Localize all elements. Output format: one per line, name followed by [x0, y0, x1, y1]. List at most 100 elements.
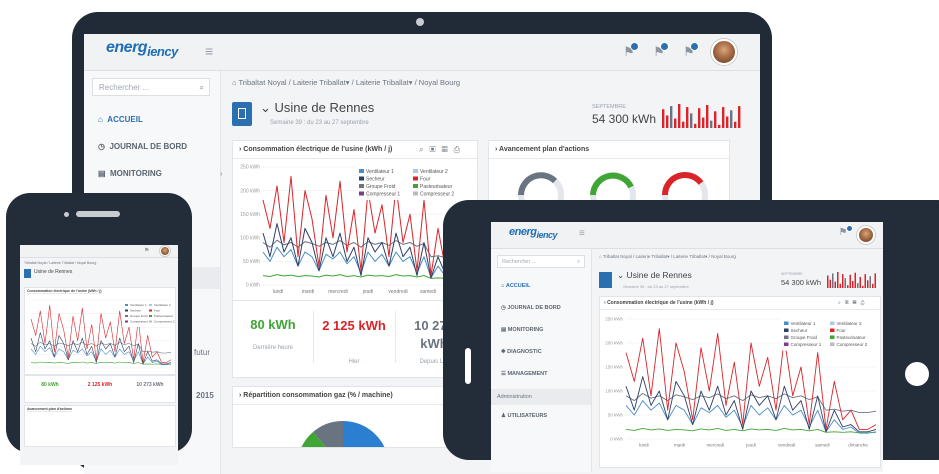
y-tick-label: 150 kWh	[605, 365, 623, 370]
admin-section-label: Administration	[491, 389, 591, 405]
gauge-green	[590, 172, 634, 196]
page-title[interactable]: Usine de Rennes	[34, 269, 72, 275]
action-plan-card: › Avancement plan d'actions	[488, 140, 730, 202]
month-total: 54 300 kWh	[781, 278, 822, 287]
legend-swatch	[784, 321, 789, 325]
y-tick-label: 200 kWh	[240, 188, 260, 194]
sidebar-item-monitoring[interactable]: ▤ MONITORING	[501, 327, 543, 333]
legend-swatch	[413, 176, 418, 181]
menu-toggle-icon[interactable]: ≡	[579, 228, 585, 239]
series-line	[262, 223, 474, 279]
x-tick-label: vendredi	[388, 289, 407, 295]
alert-icon[interactable]: ⚑	[619, 42, 639, 62]
legend-label: Four	[837, 328, 847, 333]
breadcrumb-item[interactable]: Tribaltat Noyal	[24, 261, 46, 265]
legend-swatch	[413, 184, 418, 188]
legend-swatch	[125, 320, 128, 323]
sparkline-bar	[834, 281, 836, 288]
sidebar-item-users[interactable]: ♟ UTILISATEURS	[501, 413, 547, 419]
chevron-right-icon: ›	[219, 169, 223, 178]
breadcrumb-item[interactable]: Tribaltat Noyal	[603, 254, 632, 259]
breadcrumb-item[interactable]: Noyal Bourg	[419, 78, 460, 87]
search-input[interactable]: Rechercher ... ⌕	[92, 78, 210, 96]
home-icon: ⌂	[98, 115, 103, 124]
table-icon[interactable]: ▦	[442, 145, 454, 154]
avatar[interactable]	[160, 246, 170, 256]
tablet-screen: energiency ≡ ⚑ Rechercher ... ⌕ ⌂ ACCUEIL…	[491, 222, 883, 472]
menu-toggle-icon[interactable]: ≡	[205, 43, 213, 59]
avatar[interactable]	[711, 39, 737, 65]
notification-icon[interactable]: ⚑	[679, 42, 699, 62]
save-icon[interactable]: ▣	[845, 300, 853, 306]
chevron-right-icon: ›	[239, 146, 242, 153]
month-label: SEPTEMBRE	[781, 272, 803, 276]
page-subtitle: Semaine 39 : du 23 au 27 septembre	[270, 120, 369, 126]
search-icon[interactable]: ⌕	[200, 79, 204, 97]
avatar[interactable]	[857, 226, 875, 244]
legend-swatch	[359, 169, 364, 173]
sidebar-item-monitoring[interactable]: ▤ MONITORING ›	[98, 169, 223, 178]
page-title[interactable]: ⌄ Usine de Rennes	[260, 100, 374, 116]
tablet-home-button	[905, 362, 929, 386]
sidebar-item-accueil[interactable]: ⌂ ACCUEIL	[501, 283, 530, 289]
breadcrumb-item[interactable]: Laiterie Triballat	[356, 78, 409, 87]
legend-swatch	[149, 309, 152, 312]
zoom-icon[interactable]: ⌕	[419, 145, 429, 154]
breadcrumb-item[interactable]: Laiterie Triballat	[293, 78, 346, 87]
chevron-right-icon: ›	[495, 146, 498, 153]
legend-swatch	[149, 315, 152, 317]
gas-pie-chart	[301, 420, 385, 447]
legend-label: Ventilateur 1	[791, 321, 817, 326]
search-icon[interactable]: ⌕	[577, 256, 580, 269]
page-title[interactable]: ⌄ Usine de Rennes	[617, 270, 692, 281]
notification-icon[interactable]: ⚑	[144, 247, 149, 254]
legend-label: Pasteurisateur	[154, 314, 173, 318]
site-icon	[599, 272, 612, 288]
card-header: Avancement plan d'actions	[27, 407, 73, 412]
x-tick-label: lundi	[639, 443, 649, 448]
consumption-card: Consommation électrique de l'usine (kWh …	[24, 287, 176, 375]
user-icon: ♟	[501, 413, 506, 419]
sidebar-item-accueil[interactable]: ⌂ ACCUEIL	[98, 115, 143, 124]
breadcrumb-item[interactable]: Tribaltat Noyal	[238, 78, 286, 87]
notification-icon[interactable]: ⚑	[833, 225, 853, 245]
legend-label: Groupe Froid	[130, 314, 148, 318]
sidebar-item-journal[interactable]: ◷ JOURNAL DE BORD	[98, 142, 187, 151]
print-icon[interactable]: ⎙	[860, 300, 868, 306]
consumption-chart: 250 kWh 200 kWh 150 kWh 100 kWh 50 kWh 0 kWh l…	[605, 317, 877, 448]
sidebar-item-management[interactable]: ☰ MANAGEMENT	[501, 371, 548, 377]
legend-swatch	[784, 328, 789, 332]
logo[interactable]: energiency	[509, 226, 557, 240]
zoom-icon[interactable]: ⌕	[838, 300, 845, 306]
legend-swatch	[413, 169, 418, 173]
print-icon[interactable]: ⎙	[454, 145, 466, 154]
divider	[313, 311, 314, 363]
breadcrumb-item[interactable]: Noyal Bourg	[77, 261, 96, 265]
breadcrumb-item[interactable]: Laiterie Triballat	[49, 261, 74, 265]
sidebar-item-journal[interactable]: ◷ JOURNAL DE BORD	[501, 305, 561, 311]
legend-label: Four	[420, 177, 431, 183]
breadcrumb-item[interactable]: Noyal Bourg	[711, 254, 736, 259]
gauge-grey	[518, 172, 558, 196]
y-tick-label: 0 kWh	[246, 283, 260, 289]
sidebar-item-diagnostic[interactable]: ✱ DIAGNOSTIC	[501, 349, 542, 355]
legend-swatch	[125, 309, 128, 312]
legend-swatch	[359, 191, 364, 196]
logo[interactable]: energiency	[106, 39, 178, 59]
sparkline-bar	[662, 109, 665, 128]
site-icon	[24, 269, 31, 278]
consumption-chart: Ventilateur 1 Ventilateur 2 Secheur Four Gro…	[30, 299, 175, 369]
save-icon[interactable]: ▣	[429, 145, 441, 154]
y-tick-label: 0 kWh	[610, 437, 623, 442]
y-tick-label: 50 kWh	[243, 259, 260, 265]
sparkline-bar	[674, 118, 677, 128]
message-icon[interactable]: ⚑	[649, 42, 669, 62]
y-tick-label: 100 kWh	[240, 235, 260, 241]
legend-swatch	[784, 335, 789, 339]
search-input[interactable]: Rechercher ... ⌕	[497, 255, 585, 268]
phone-camera	[64, 212, 69, 217]
breadcrumb-item[interactable]: Laiterie Triballat	[673, 254, 705, 259]
breadcrumb-item[interactable]: Laiterie Triballat	[636, 254, 668, 259]
sparkline-bar	[869, 276, 871, 288]
consumption-card: › Consommation électrique de l'usine (kW…	[599, 296, 881, 468]
